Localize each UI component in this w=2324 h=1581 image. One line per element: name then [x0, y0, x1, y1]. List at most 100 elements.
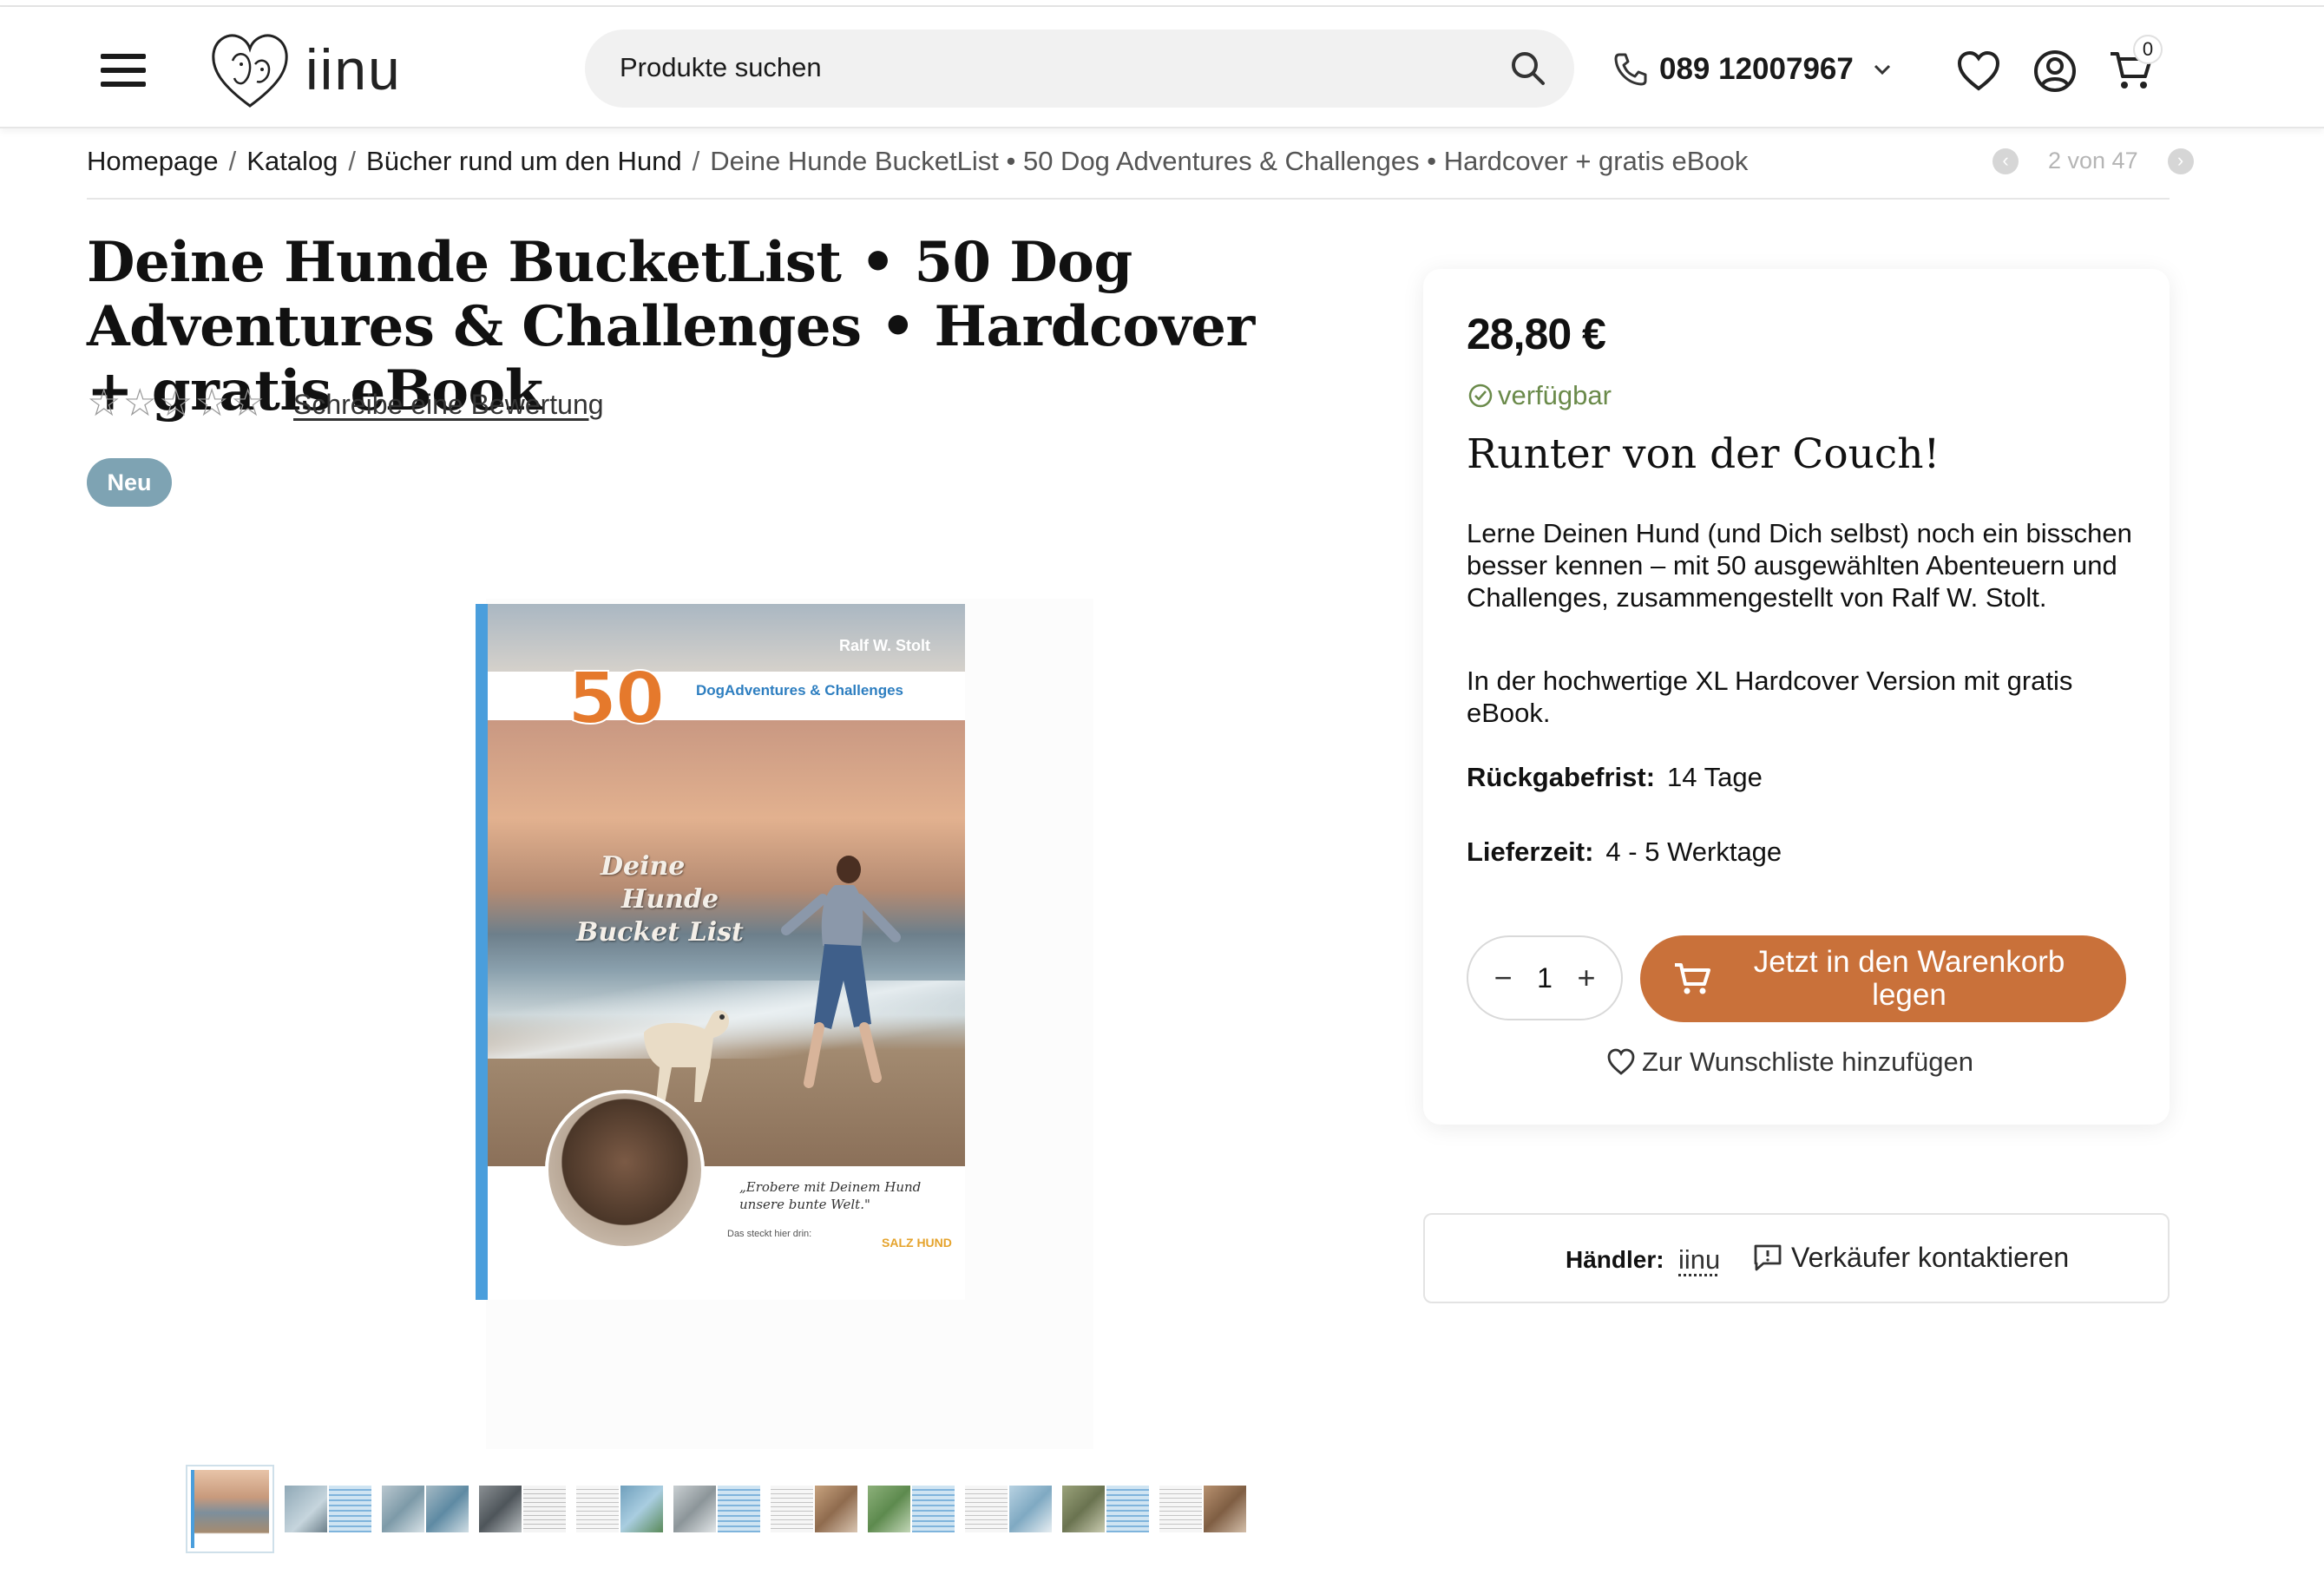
thumbnail-page	[1106, 1486, 1149, 1532]
thumbnail-page	[479, 1486, 522, 1532]
breadcrumb-separator: /	[692, 146, 700, 176]
wishlist-heart-icon[interactable]	[1953, 45, 2005, 97]
thumbnail-page	[673, 1486, 716, 1532]
cover-small-text: Das steckt hier drin:	[727, 1229, 812, 1239]
site-header: iinu Produkte suchen 089 12007967	[0, 7, 2324, 128]
thumbnail-page	[815, 1486, 857, 1532]
breadcrumb-katalog[interactable]: Katalog	[246, 146, 338, 176]
cover-author: Ralf W. Stolt	[839, 637, 930, 654]
thumbnail[interactable]	[186, 1465, 274, 1553]
price: 28,80 €	[1467, 310, 1606, 358]
thumbnail-page	[771, 1486, 813, 1532]
return-value: 14 Tage	[1667, 762, 1763, 792]
thumbnail-page	[426, 1486, 469, 1532]
seller-name-link[interactable]: iinu	[1678, 1244, 1720, 1276]
wishlist-label: Zur Wunschliste hinzufügen	[1642, 1046, 1973, 1077]
star-icon[interactable]: ☆	[122, 382, 156, 425]
quantity-stepper: − +	[1467, 935, 1623, 1020]
star-icon[interactable]: ☆	[231, 382, 265, 425]
star-icon[interactable]: ☆	[159, 382, 193, 425]
thumbnail[interactable]	[771, 1486, 857, 1532]
thumbnail[interactable]	[1159, 1486, 1246, 1532]
search-icon[interactable]	[1507, 47, 1550, 90]
next-product-icon[interactable]: ›	[2167, 148, 2194, 174]
divider	[87, 198, 2170, 200]
breadcrumb-buecher[interactable]: Bücher rund um den Hund	[366, 146, 682, 176]
breadcrumb-current: Deine Hunde BucketList • 50 Dog Adventur…	[710, 146, 1749, 176]
thumbnail-strip	[186, 1465, 1257, 1553]
availability-text: verfügbar	[1498, 380, 1612, 410]
description-paragraph: In der hochwertige XL Hardcover Version …	[1467, 666, 2073, 728]
contact-seller-button[interactable]: Verkäufer kontaktieren	[1751, 1241, 2069, 1274]
breadcrumb-separator: /	[228, 146, 237, 176]
rating-stars[interactable]: ☆ ☆ ☆ ☆ ☆	[87, 382, 266, 425]
thumbnail[interactable]	[576, 1486, 663, 1532]
menu-icon[interactable]	[101, 54, 148, 89]
phone-number: 089 12007967	[1659, 52, 1854, 86]
delivery-value: 4 - 5 Werktage	[1605, 836, 1782, 867]
star-icon[interactable]: ☆	[194, 382, 228, 425]
thumbnail[interactable]	[285, 1486, 371, 1532]
cover-photo: Deine Hunde Bucket List	[488, 720, 965, 1166]
thumbnail-page	[329, 1486, 371, 1532]
thumbnail[interactable]	[1062, 1486, 1149, 1532]
seller-label: Händler:	[1566, 1246, 1664, 1273]
return-period: Rückgabefrist: 14 Tage	[1467, 762, 1763, 793]
thumbnail[interactable]	[382, 1486, 469, 1532]
thumbnail-page	[965, 1486, 1008, 1532]
product-image[interactable]: Ralf W. Stolt Deine Hunde Bucket List 50…	[476, 604, 965, 1300]
seller-box: Händler: iinu Verkäufer kontaktieren	[1423, 1213, 2170, 1303]
heart-icon	[1607, 1048, 1635, 1075]
quantity-input[interactable]	[1527, 961, 1562, 994]
add-to-cart-button[interactable]: Jetzt in den Warenkorb legen	[1640, 935, 2126, 1022]
search-placeholder: Produkte suchen	[620, 52, 822, 82]
write-review-link[interactable]: Schreibe eine Bewertung	[293, 389, 604, 421]
thumbnail-page	[576, 1486, 619, 1532]
breadcrumb-homepage[interactable]: Homepage	[87, 146, 219, 176]
availability: verfügbar	[1467, 380, 1612, 411]
new-badge: Neu	[87, 458, 172, 507]
thumbnail[interactable]	[965, 1486, 1052, 1532]
add-to-wishlist-link[interactable]: Zur Wunschliste hinzufügen	[1605, 1046, 1973, 1078]
thumbnail-page	[868, 1486, 910, 1532]
cover-quote-line: unsere bunte Welt."	[739, 1197, 870, 1212]
chevron-down-icon	[1874, 64, 1890, 75]
runner-figure	[781, 856, 901, 1088]
plus-icon[interactable]: +	[1572, 962, 1600, 994]
thumbnail-page	[912, 1486, 955, 1532]
thumbnail-page	[620, 1486, 663, 1532]
minus-icon[interactable]: −	[1489, 962, 1517, 994]
check-circle-icon	[1468, 384, 1493, 408]
book-spine	[476, 604, 488, 1300]
product-title: Deine Hunde BucketList • 50 Dog Adventur…	[87, 230, 1255, 423]
thumbnail-page	[1009, 1486, 1052, 1532]
breadcrumb: Homepage / Katalog / Bücher rund um den Hund…	[87, 146, 1748, 177]
logo[interactable]: iinu	[205, 26, 404, 113]
description-paragraph: Lerne Deinen Hund (und Dich selbst) noch…	[1467, 518, 2132, 613]
star-icon[interactable]: ☆	[87, 382, 121, 425]
thumbnail-page	[1204, 1486, 1246, 1532]
thumbnail-page	[1159, 1486, 1202, 1532]
search-input[interactable]: Produkte suchen	[585, 30, 1574, 108]
authors-photo	[545, 1090, 705, 1250]
thumbnail[interactable]	[673, 1486, 760, 1532]
thumbnail[interactable]	[479, 1486, 566, 1532]
thumbnail[interactable]	[868, 1486, 955, 1532]
thumbnail-page	[1062, 1486, 1105, 1532]
cover-quote-line: „Erobere mit Deinem Hund	[739, 1179, 922, 1195]
phone-dropdown[interactable]: 089 12007967	[1611, 45, 1895, 94]
cover-title-line: Hunde	[621, 884, 719, 915]
account-icon[interactable]	[2029, 45, 2081, 97]
return-label: Rückgabefrist:	[1467, 762, 1656, 792]
phone-icon	[1614, 53, 1647, 86]
logo-text: iinu	[305, 37, 402, 102]
breadcrumb-separator: /	[348, 146, 357, 176]
top-border	[0, 0, 2324, 7]
delivery-label: Lieferzeit:	[1467, 836, 1594, 867]
prev-product-icon[interactable]: ‹	[1992, 148, 2019, 174]
book-cover: Ralf W. Stolt Deine Hunde Bucket List 50…	[488, 604, 965, 1300]
pager-text: 2 von 47	[2048, 148, 2138, 174]
cart-icon	[1675, 963, 1710, 994]
delivery-time: Lieferzeit: 4 - 5 Werktage	[1467, 836, 1782, 868]
thumbnail-page	[382, 1486, 424, 1532]
